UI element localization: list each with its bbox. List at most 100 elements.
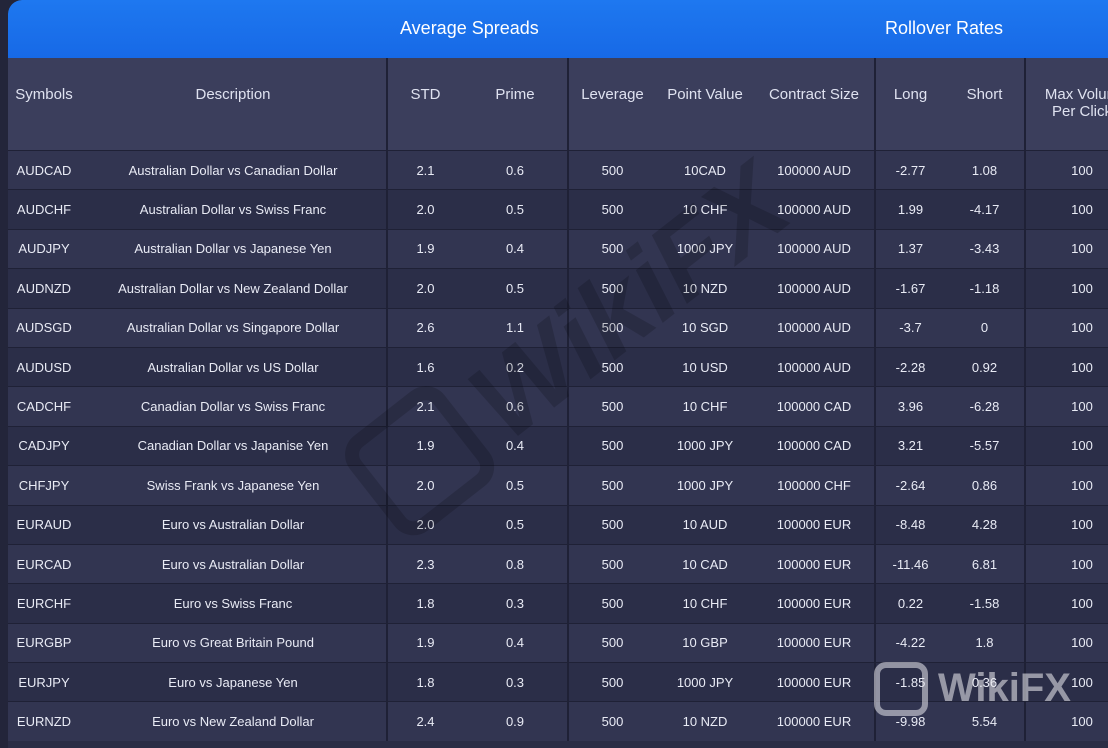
cell-max-volume: 100 (1025, 662, 1108, 702)
cell-long: -8.48 (875, 504, 945, 545)
cell-contract-size: 100000 EUR (754, 583, 876, 624)
cell-description: Canadian Dollar vs Japanise Yen (80, 425, 388, 466)
cell-leverage: 500 (568, 307, 656, 348)
cell-prime: 0.9 (463, 701, 569, 741)
spreads-table-panel: Average Spreads Rollover Rates Symbols D… (8, 0, 1108, 748)
cell-short: 0.86 (945, 465, 1026, 506)
cell-symbol: AUDUSD (8, 346, 80, 387)
cell-symbol: AUDJPY (8, 228, 80, 269)
cell-long: -3.7 (875, 307, 945, 348)
cell-prime: 0.6 (463, 149, 569, 190)
cell-leverage: 500 (568, 346, 656, 387)
cell-contract-size: 100000 CAD (754, 386, 876, 427)
cell-std: 1.6 (387, 346, 463, 387)
table-row: EURJPY Euro vs Japanese Yen 1.8 0.3 500 1000 … (8, 662, 1108, 702)
cell-contract-size: 100000 AUD (754, 228, 876, 269)
cell-point-value: 10 NZD (656, 701, 754, 741)
cell-leverage: 500 (568, 622, 656, 663)
cell-max-volume: 100 (1025, 543, 1108, 584)
cell-std: 1.8 (387, 583, 463, 624)
cell-prime: 0.5 (463, 189, 569, 230)
cell-symbol: AUDSGD (8, 307, 80, 348)
cell-max-volume: 100 (1025, 189, 1108, 230)
cell-leverage: 500 (568, 662, 656, 702)
cell-max-volume: 100 (1025, 228, 1108, 269)
cell-max-volume: 100 (1025, 583, 1108, 624)
cell-short: -3.43 (945, 228, 1026, 269)
cell-max-volume: 100 (1025, 622, 1108, 663)
cell-long: 1.99 (875, 189, 945, 230)
cell-description: Euro vs Japanese Yen (80, 662, 388, 702)
cell-long: -1.85 (875, 662, 945, 702)
cell-long: -1.67 (875, 268, 945, 309)
cell-prime: 0.3 (463, 662, 569, 702)
table-row: AUDCAD Australian Dollar vs Canadian Doll… (8, 149, 1108, 190)
cell-point-value: 10 SGD (656, 307, 754, 348)
table-row: CHFJPY Swiss Frank vs Japanese Yen 2.0 0.5 5… (8, 465, 1108, 506)
cell-prime: 0.4 (463, 622, 569, 663)
cell-prime: 0.4 (463, 425, 569, 466)
instrument-table: Symbols Description STD Prime Leverage P… (8, 58, 1108, 741)
cell-long: -11.46 (875, 543, 945, 584)
average-spreads-heading: Average Spreads (400, 18, 539, 38)
cell-point-value: 1000 JPY (656, 662, 754, 702)
cell-point-value: 1000 JPY (656, 425, 754, 466)
cell-point-value: 10 USD (656, 346, 754, 387)
cell-short: 4.28 (945, 504, 1026, 545)
rollover-rates-heading: Rollover Rates (885, 18, 1004, 38)
cell-point-value: 10 NZD (656, 268, 754, 309)
cell-short: 0.36 (945, 662, 1026, 702)
table-row: AUDUSD Australian Dollar vs US Dollar 1.6 0… (8, 346, 1108, 387)
cell-std: 2.6 (387, 307, 463, 348)
col-header-leverage: Leverage (568, 58, 656, 151)
cell-short: -1.18 (945, 268, 1026, 309)
cell-short: 5.54 (945, 701, 1026, 741)
cell-contract-size: 100000 AUD (754, 268, 876, 309)
col-header-point-value: Point Value (656, 58, 754, 151)
table-row: EURNZD Euro vs New Zealand Dollar 2.4 0.9 50… (8, 701, 1108, 741)
col-header-max-volume: Max VolumPer Click (1025, 58, 1108, 151)
cell-short: 1.8 (945, 622, 1026, 663)
cell-std: 2.0 (387, 268, 463, 309)
cell-long: -2.28 (875, 346, 945, 387)
cell-leverage: 500 (568, 543, 656, 584)
table-row: AUDJPY Australian Dollar vs Japanese Yen 1… (8, 228, 1108, 269)
cell-symbol: CHFJPY (8, 465, 80, 506)
cell-point-value: 10 CHF (656, 386, 754, 427)
cell-short: -1.58 (945, 583, 1026, 624)
cell-description: Euro vs Swiss Franc (80, 583, 388, 624)
cell-description: Euro vs Australian Dollar (80, 543, 388, 584)
cell-max-volume: 100 (1025, 425, 1108, 466)
cell-symbol: EURCHF (8, 583, 80, 624)
cell-point-value: 10CAD (656, 149, 754, 190)
cell-contract-size: 100000 EUR (754, 504, 876, 545)
table-row: AUDSGD Australian Dollar vs Singapore Dol… (8, 307, 1108, 348)
cell-long: 3.21 (875, 425, 945, 466)
cell-prime: 0.4 (463, 228, 569, 269)
table-row: EURCAD Euro vs Australian Dollar 2.3 0.8 500… (8, 543, 1108, 584)
cell-contract-size: 100000 AUD (754, 346, 876, 387)
section-banner: Average Spreads Rollover Rates (8, 0, 1108, 58)
cell-prime: 0.5 (463, 268, 569, 309)
cell-max-volume: 100 (1025, 149, 1108, 190)
cell-max-volume: 100 (1025, 307, 1108, 348)
cell-contract-size: 100000 EUR (754, 701, 876, 741)
cell-leverage: 500 (568, 465, 656, 506)
cell-leverage: 500 (568, 228, 656, 269)
table-row: AUDCHF Australian Dollar vs Swiss Franc 2.… (8, 189, 1108, 230)
cell-contract-size: 100000 EUR (754, 622, 876, 663)
cell-long: 0.22 (875, 583, 945, 624)
cell-point-value: 1000 JPY (656, 465, 754, 506)
cell-short: 6.81 (945, 543, 1026, 584)
cell-max-volume: 100 (1025, 386, 1108, 427)
cell-max-volume: 100 (1025, 504, 1108, 545)
cell-point-value: 10 GBP (656, 622, 754, 663)
cell-short: -4.17 (945, 189, 1026, 230)
cell-leverage: 500 (568, 268, 656, 309)
cell-description: Swiss Frank vs Japanese Yen (80, 465, 388, 506)
cell-description: Australian Dollar vs Canadian Dollar (80, 149, 388, 190)
cell-description: Canadian Dollar vs Swiss Franc (80, 386, 388, 427)
cell-short: 0.92 (945, 346, 1026, 387)
cell-leverage: 500 (568, 425, 656, 466)
cell-contract-size: 100000 AUD (754, 149, 876, 190)
